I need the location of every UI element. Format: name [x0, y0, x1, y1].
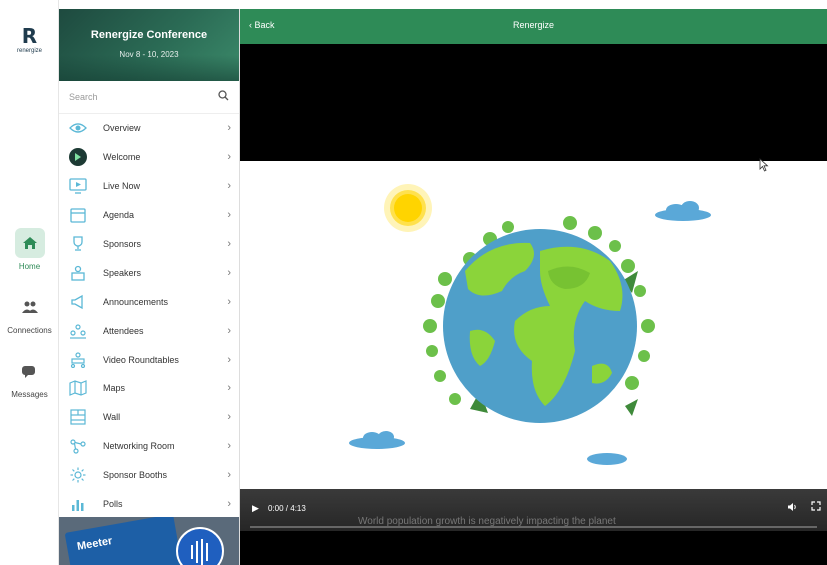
calendar-icon [67, 204, 89, 226]
megaphone-icon [67, 291, 89, 313]
video-controls: ▶ 0:00 / 4:13 World population growth is… [240, 489, 827, 531]
chevron-right-icon: › [227, 353, 231, 366]
menu-item-video-roundtables[interactable]: Video Roundtables › [59, 345, 239, 374]
menu-item-label: Announcements [103, 296, 169, 307]
play-icon[interactable]: ▶ [252, 503, 259, 514]
rail-item-label: Home [18, 262, 41, 271]
event-title: Renergize Conference [90, 29, 208, 41]
chat-icon [15, 356, 45, 386]
rail-item-label: Connections [7, 326, 52, 335]
audio-logo-icon [176, 527, 224, 565]
networking-icon [67, 435, 89, 457]
video-time: 0:00 / 4:13 [268, 504, 306, 513]
chevron-right-icon: › [227, 469, 231, 482]
trophy-icon [67, 233, 89, 255]
menu-item-label: Wall [103, 412, 121, 423]
menu-item-announcements[interactable]: Announcements › [59, 287, 239, 316]
monitor-icon [67, 175, 89, 197]
chevron-right-icon: › [227, 151, 231, 164]
menu-item-maps[interactable]: Maps › [59, 374, 239, 403]
menu-item-label: Video Roundtables [103, 354, 179, 365]
menu-item-label: Overview [103, 123, 141, 134]
chevron-right-icon: › [227, 324, 231, 337]
home-icon [14, 228, 45, 258]
booth-icon [67, 464, 89, 486]
menu-item-polls[interactable]: Polls › [59, 490, 239, 519]
menu-item-label: Welcome [103, 152, 141, 163]
menu-item-label: Polls [103, 499, 123, 510]
rail-item-messages[interactable]: Messages [0, 356, 59, 399]
menu-item-welcome[interactable]: Welcome › [59, 143, 239, 172]
menu-item-sponsor-booths[interactable]: Sponsor Booths › [59, 461, 239, 490]
promo-card: Meeter [64, 517, 184, 565]
menu-item-wall[interactable]: Wall › [59, 403, 239, 432]
menu-item-networking-room[interactable]: Networking Room › [59, 432, 239, 461]
wall-icon [67, 406, 89, 428]
podium-icon [67, 262, 89, 284]
event-sidebar: Renergize Conference Nov 8 - 10, 2023 Ov… [59, 9, 240, 565]
search-icon[interactable] [218, 88, 229, 106]
mouse-cursor-icon [759, 158, 769, 177]
earth-illustration [349, 184, 711, 465]
menu-item-agenda[interactable]: Agenda › [59, 201, 239, 230]
rail-item-home[interactable]: Home [0, 228, 59, 271]
roundtable-icon [67, 349, 89, 371]
promo-banner[interactable]: Meeter [59, 517, 239, 565]
rail-item-label: Messages [11, 390, 48, 399]
menu-item-sponsors[interactable]: Sponsors › [59, 230, 239, 259]
rail-item-connections[interactable]: Connections [0, 292, 59, 335]
attendees-icon [67, 320, 89, 342]
chevron-right-icon: › [227, 498, 231, 511]
video-frame [240, 161, 827, 491]
chevron-right-icon: › [227, 238, 231, 250]
chevron-right-icon: › [227, 266, 231, 279]
menu-item-overview[interactable]: Overview › [59, 114, 239, 143]
menu-item-label: Speakers [103, 267, 142, 278]
menu-item-live-now[interactable]: Live Now › [59, 172, 239, 201]
event-dates: Nov 8 - 10, 2023 [119, 50, 179, 59]
chevron-right-icon: › [227, 382, 231, 395]
chevron-right-icon: › [227, 295, 231, 308]
volume-icon[interactable] [787, 502, 797, 515]
menu-item-label: Networking Room [103, 441, 175, 452]
left-rail: R renergize Home Connections Messages [0, 0, 59, 565]
menu-item-label: Attendees [103, 325, 144, 336]
app-logo: R renergize [0, 26, 59, 54]
menu-item-label: Sponsors [103, 239, 142, 249]
search-bar [59, 81, 239, 114]
logo-text: renergize [16, 48, 42, 54]
menu-item-label: Maps [103, 383, 126, 394]
video-player[interactable]: ▶ 0:00 / 4:13 World population growth is… [240, 44, 827, 565]
progress-bar[interactable] [250, 526, 817, 528]
people-icon [15, 292, 45, 322]
search-input[interactable] [69, 92, 218, 102]
menu-item-label: Agenda [103, 210, 135, 221]
poll-icon [67, 493, 89, 515]
chevron-right-icon: › [227, 122, 231, 135]
menu-item-label: Sponsor Booths [103, 470, 168, 481]
top-bar: ‹ Back Renergize [240, 9, 827, 44]
menu-item-label: Live Now [103, 181, 141, 192]
chevron-right-icon: › [227, 411, 231, 424]
welcome-logo-icon [67, 146, 89, 168]
promo-text: Meeter [76, 534, 114, 553]
event-banner: Renergize Conference Nov 8 - 10, 2023 [59, 9, 239, 81]
fullscreen-icon[interactable] [811, 501, 821, 514]
chevron-right-icon: › [227, 440, 231, 453]
eye-icon [67, 117, 89, 139]
page-title: Renergize [512, 20, 555, 30]
map-icon [67, 377, 89, 399]
chevron-right-icon: › [227, 209, 231, 222]
chevron-right-icon: › [227, 180, 231, 193]
menu-item-speakers[interactable]: Speakers › [59, 258, 239, 287]
menu-item-attendees[interactable]: Attendees › [59, 316, 239, 345]
menu-list: Overview › Welcome › Live Now › Agenda ›… [59, 114, 239, 518]
logo-mark-icon: R [21, 24, 38, 48]
